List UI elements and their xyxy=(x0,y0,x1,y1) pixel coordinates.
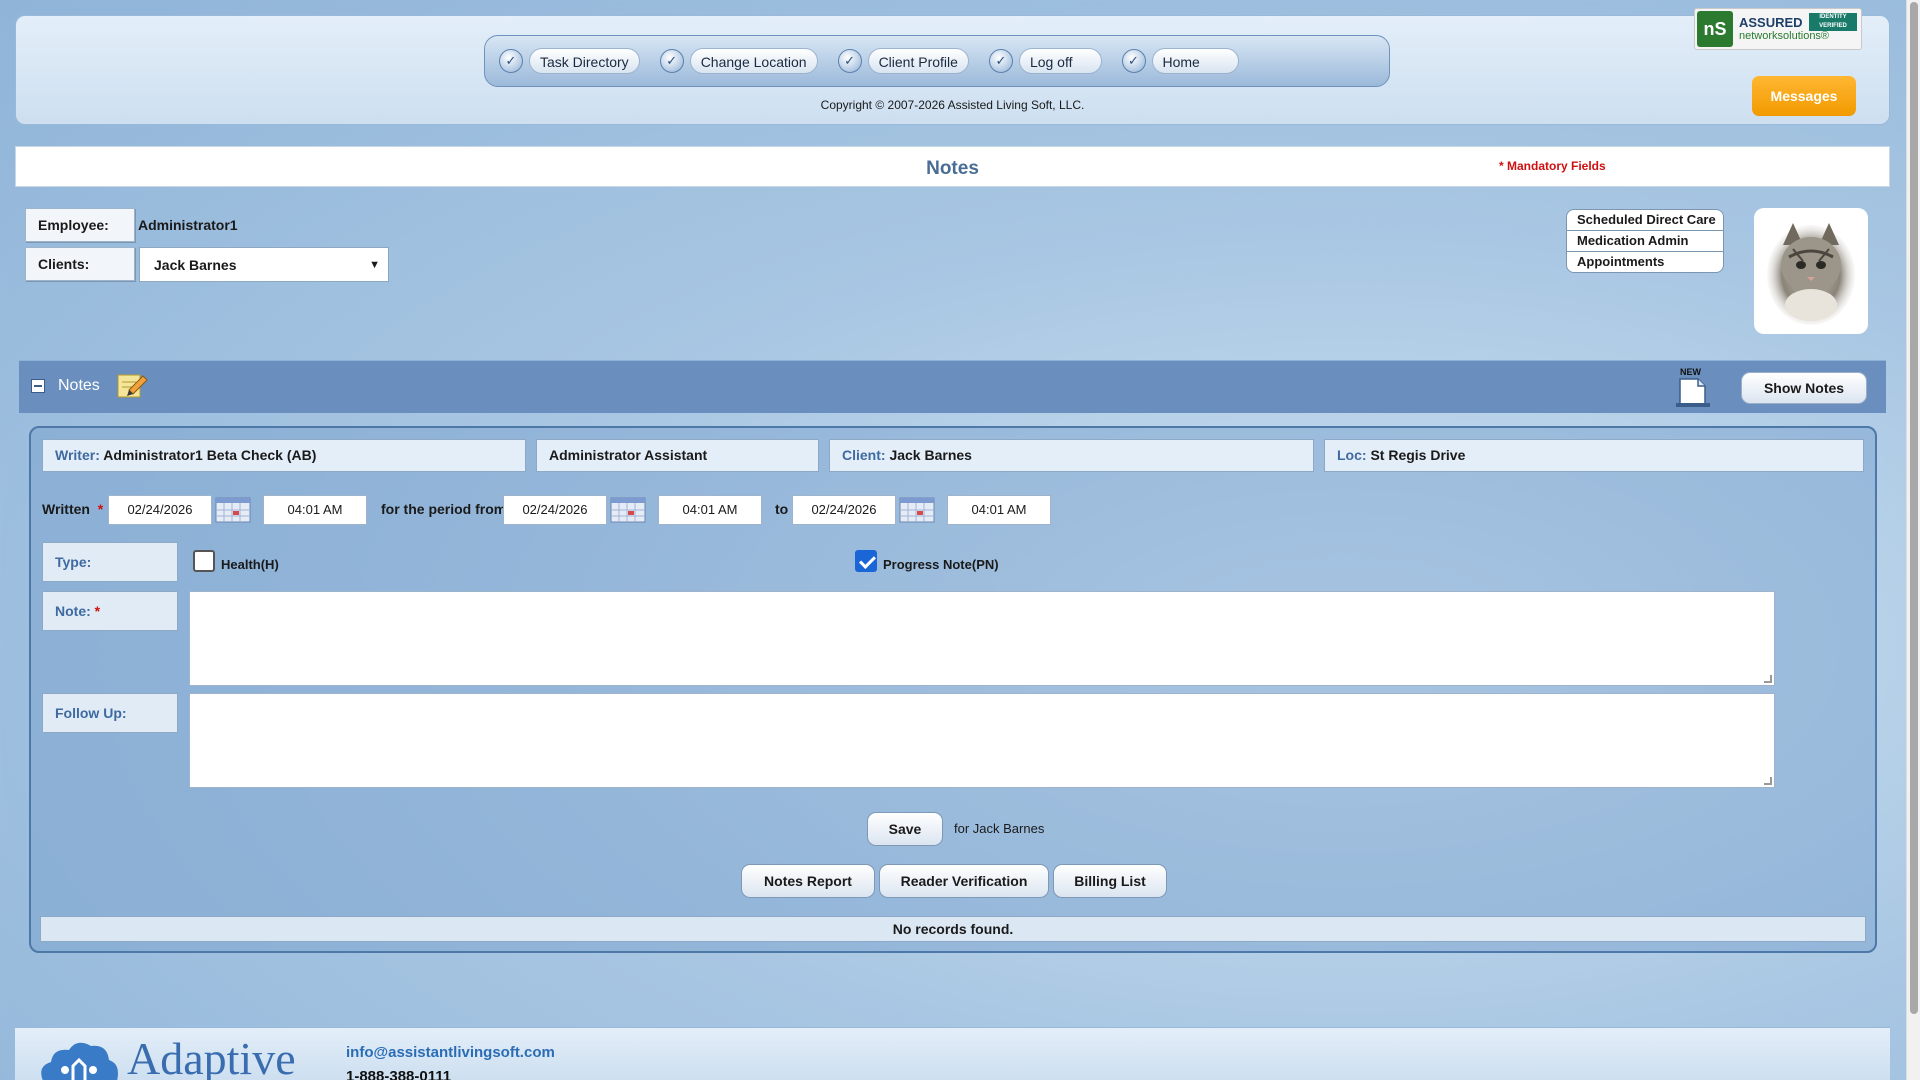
no-records-message: No records found. xyxy=(40,916,1866,942)
header: ✓ Task Directory ✓ Change Location ✓ Cli… xyxy=(15,15,1890,125)
footer-email-link[interactable]: info@assistantlivingsoft.com xyxy=(346,1044,555,1061)
save-button[interactable]: Save xyxy=(867,812,943,846)
client-value: Jack Barnes xyxy=(889,447,972,463)
nav-log-off[interactable]: ✓ Log off xyxy=(988,48,1102,74)
scrollbar-thumb[interactable] xyxy=(1910,2,1918,1014)
note-form-panel: Writer: Administrator1 Beta Check (AB) A… xyxy=(29,426,1877,953)
writer-info: Writer: Administrator1 Beta Check (AB) xyxy=(42,439,526,472)
resize-handle-icon[interactable] xyxy=(1764,675,1772,683)
edit-pencil-icon[interactable] xyxy=(117,372,149,402)
page-scrollbar[interactable] xyxy=(1906,0,1920,1080)
link-medication-admin[interactable]: Medication Admin xyxy=(1567,231,1723,252)
footer-phone: 1-888-388-0111 xyxy=(346,1068,452,1080)
nav-label: Log off xyxy=(1018,48,1102,74)
copyright-text: Copyright © 2007-2026 Assisted Living So… xyxy=(820,98,1085,112)
footer-brand: Adaptive xyxy=(127,1033,296,1080)
client-select-value: Jack Barnes xyxy=(154,256,237,273)
new-note-icon[interactable]: NEW xyxy=(1672,367,1714,409)
page-title: Notes xyxy=(926,158,979,179)
clients-label: Clients: xyxy=(25,247,135,281)
notes-report-button[interactable]: Notes Report xyxy=(741,864,875,898)
nav-label: Task Directory xyxy=(529,48,640,74)
nav-task-directory[interactable]: ✓ Task Directory xyxy=(499,48,640,74)
written-date-input[interactable]: 02/24/2026 xyxy=(108,495,212,525)
to-time-input[interactable]: 04:01 AM xyxy=(947,495,1051,525)
checklist-icon: ✓ xyxy=(659,49,684,73)
health-checkbox-label: Health(H) xyxy=(221,557,279,572)
billing-list-button[interactable]: Billing List xyxy=(1053,864,1167,898)
nav-label: Home xyxy=(1151,48,1239,74)
security-badge[interactable]: nS ASSURED networksolutions® IDENTITY VE… xyxy=(1694,8,1862,50)
writer-value: Administrator1 Beta Check (AB) xyxy=(103,447,317,463)
new-note-text: NEW xyxy=(1680,367,1702,377)
page: ✓ Task Directory ✓ Change Location ✓ Cli… xyxy=(0,0,1906,1080)
note-label: Note: * xyxy=(42,591,178,631)
role-info: Administrator Assistant xyxy=(536,439,819,472)
resize-handle-icon[interactable] xyxy=(1764,777,1772,785)
checklist-icon: ✓ xyxy=(837,49,862,73)
title-bar: Notes * Mandatory Fields xyxy=(15,146,1890,187)
checklist-icon: ✓ xyxy=(988,49,1013,73)
chevron-down-icon: ▼ xyxy=(369,258,380,271)
checklist-icon: ✓ xyxy=(499,49,523,73)
reader-verification-button[interactable]: Reader Verification xyxy=(879,864,1049,898)
nav-change-location[interactable]: ✓ Change Location xyxy=(659,48,818,74)
to-label: to xyxy=(775,501,789,517)
adaptive-cloud-logo-icon xyxy=(41,1042,118,1080)
link-scheduled-direct-care[interactable]: Scheduled Direct Care xyxy=(1567,210,1723,231)
note-label-text: Note: xyxy=(55,603,91,619)
period-label: for the period from xyxy=(381,501,507,517)
notes-section-bar: Notes NEW Show Notes xyxy=(19,360,1886,413)
note-textarea[interactable] xyxy=(189,591,1775,686)
cat-photo-icon xyxy=(1767,223,1855,325)
written-time-input[interactable]: 04:01 AM xyxy=(263,495,367,525)
show-notes-button[interactable]: Show Notes xyxy=(1741,372,1867,404)
calendar-icon[interactable] xyxy=(899,497,935,523)
mandatory-fields-note: * Mandatory Fields xyxy=(1499,159,1606,173)
to-date-input[interactable]: 02/24/2026 xyxy=(792,495,896,525)
nav-home[interactable]: ✓ Home xyxy=(1121,48,1239,74)
role-value: Administrator Assistant xyxy=(549,447,708,463)
written-label: Written * xyxy=(42,501,103,517)
health-checkbox[interactable] xyxy=(193,550,215,572)
notes-section-label: Notes xyxy=(58,377,100,394)
nav-label: Client Profile xyxy=(867,48,969,74)
collapse-icon[interactable] xyxy=(31,379,45,393)
follow-up-label: Follow Up: xyxy=(42,693,178,733)
link-appointments[interactable]: Appointments xyxy=(1567,252,1723,272)
loc-key: Loc: xyxy=(1337,447,1367,463)
from-time-input[interactable]: 04:01 AM xyxy=(658,495,762,525)
save-for-text: for Jack Barnes xyxy=(954,821,1045,836)
type-label: Type: xyxy=(42,542,178,582)
progress-note-checkbox-label: Progress Note(PN) xyxy=(883,557,999,572)
nav-label: Change Location xyxy=(689,48,818,74)
badge-identity-verified: IDENTITY VERIFIED xyxy=(1809,13,1857,31)
checklist-icon: ✓ xyxy=(1121,49,1146,73)
nav-client-profile[interactable]: ✓ Client Profile xyxy=(837,48,969,74)
quick-links: Scheduled Direct Care Medication Admin A… xyxy=(1566,209,1724,273)
client-avatar xyxy=(1754,208,1868,334)
location-info: Loc: St Regis Drive xyxy=(1324,439,1864,472)
follow-up-textarea[interactable] xyxy=(189,693,1775,788)
employee-value: Administrator1 xyxy=(138,217,238,233)
required-marker: * xyxy=(90,603,101,619)
loc-value: St Regis Drive xyxy=(1370,447,1466,463)
messages-button[interactable]: Messages xyxy=(1752,76,1856,116)
calendar-icon[interactable] xyxy=(610,497,646,523)
network-solutions-logo-icon: nS xyxy=(1697,11,1733,47)
client-info: Client: Jack Barnes xyxy=(829,439,1314,472)
client-key: Client: xyxy=(842,447,886,463)
written-label-text: Written xyxy=(42,501,90,517)
employee-label: Employee: xyxy=(25,208,135,242)
writer-key: Writer: xyxy=(55,447,100,463)
client-select[interactable]: Jack Barnes ▼ xyxy=(139,247,389,282)
calendar-icon[interactable] xyxy=(215,497,251,523)
required-marker: * xyxy=(93,501,104,517)
footer: Adaptive info@assistantlivingsoft.com 1-… xyxy=(15,1027,1890,1080)
top-navigation: ✓ Task Directory ✓ Change Location ✓ Cli… xyxy=(484,35,1390,87)
from-date-input[interactable]: 02/24/2026 xyxy=(503,495,607,525)
badge-vendor-text: networksolutions® xyxy=(1739,30,1830,43)
progress-note-checkbox[interactable] xyxy=(855,550,877,572)
